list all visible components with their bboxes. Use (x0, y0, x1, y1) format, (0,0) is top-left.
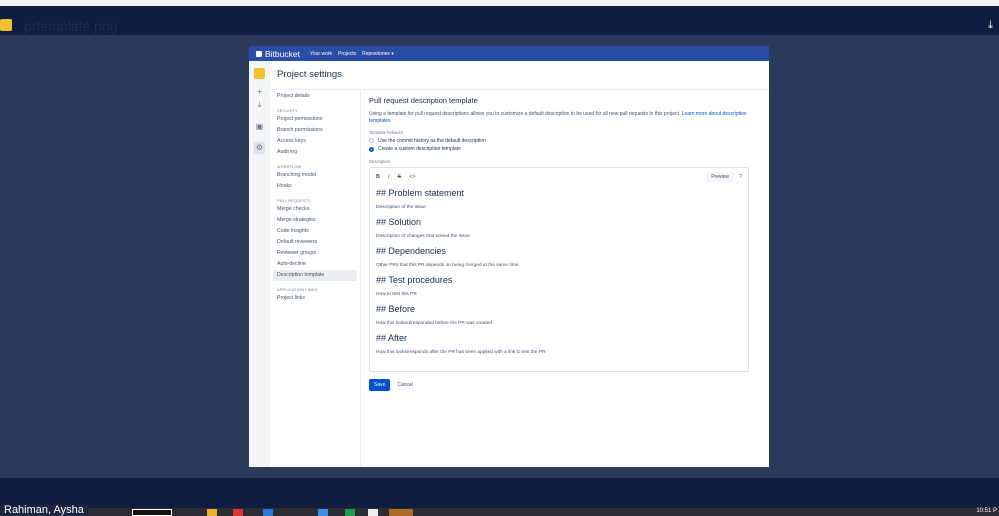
download-icon[interactable]: ⤓ (988, 19, 993, 32)
active-app-icon[interactable] (389, 509, 413, 516)
page-title: Project settings (277, 69, 342, 80)
template-heading: ## Solution (376, 217, 422, 227)
sidebar-item-merge-checks[interactable]: Merge checks (270, 204, 360, 215)
nav-projects[interactable]: Projects (338, 51, 356, 57)
template-description: How this looks/responds after the PR has… (376, 350, 546, 355)
template-heading: ## Dependencies (376, 246, 447, 256)
bitbucket-logo[interactable]: Bitbucket (256, 49, 300, 59)
code-button[interactable]: <> (409, 174, 415, 180)
template-description: Description of changes that solved the i… (376, 234, 470, 239)
nav-repositories[interactable]: Repositories ▾ (362, 51, 394, 57)
app-icon[interactable] (263, 509, 273, 516)
code-icon[interactable]: ▣ (254, 122, 265, 131)
template-heading: ## Problem statement (376, 188, 465, 198)
sidebar-item-project-details[interactable]: Project details (270, 91, 360, 102)
brand-name: Bitbucket (265, 48, 300, 59)
radio-unchecked-icon (369, 138, 374, 143)
icon-rail: + ⤓ ▣ ⚙ (249, 61, 270, 467)
preview-button[interactable]: Preview (706, 172, 734, 182)
save-button[interactable]: Save (369, 379, 391, 391)
template-heading: ## After (376, 333, 408, 343)
taskbar-search[interactable] (132, 509, 172, 516)
sidebar-item-code-insights[interactable]: Code Insights (270, 226, 360, 237)
template-description: Other PRs that this PR depends on being … (376, 263, 519, 268)
intro-body: Using a template for pull request descri… (369, 111, 681, 117)
outlook-icon[interactable] (318, 509, 328, 516)
nav-your-work[interactable]: Your work (310, 51, 332, 57)
user-name: Rahiman, Aysha (0, 505, 88, 516)
import-icon[interactable]: ⤓ (254, 100, 265, 110)
radio-commit-history[interactable]: Use the commit history as the default de… (369, 138, 749, 144)
image-file-icon (0, 19, 12, 31)
radio-custom-template[interactable]: Create a custom description template (369, 146, 749, 152)
file-explorer-icon[interactable] (207, 509, 217, 516)
sidebar-item-default-reviewers[interactable]: Default reviewers (270, 237, 360, 248)
radio-checked-icon (369, 146, 374, 152)
sidebar-item-access-keys[interactable]: Access keys (270, 136, 360, 147)
file-name: prtemplate.png (24, 18, 118, 34)
chrome-icon[interactable] (233, 509, 243, 516)
page-header: Project settings (270, 61, 769, 90)
sidebar-item-merge-strategies[interactable]: Merge strategies (270, 215, 360, 226)
template-heading: ## Test procedures (376, 275, 453, 285)
sidebar-item-branch-permissions[interactable]: Branch permissions (270, 125, 360, 136)
description-label: Description (369, 159, 390, 164)
bitbucket-icon (256, 50, 262, 57)
description-editor[interactable]: B I S <> Preview ? ## Problem statement D… (369, 167, 749, 372)
template-description: Description of the issue (376, 205, 426, 210)
editor-content: ## Problem statement Description of the i… (376, 188, 742, 355)
template-description: How this looked/responded before the PR … (376, 321, 492, 326)
help-icon[interactable]: ? (739, 174, 742, 180)
intro-text: Using a template for pull request descri… (369, 111, 749, 124)
main-content: Pull request description template Using … (369, 90, 749, 391)
editor-toolbar: B I S <> (376, 173, 742, 181)
plus-icon[interactable]: + (254, 87, 265, 96)
sidebar-item-project-permissions[interactable]: Project permissions (270, 114, 360, 125)
section-title: Pull request description template (369, 96, 478, 105)
sidebar-item-hooks[interactable]: Hooks (270, 181, 360, 192)
strikethrough-button[interactable]: S (398, 174, 402, 180)
sidebar-item-audit-log[interactable]: Audit log (270, 147, 360, 158)
settings-sidebar: Project details SECURITY Project permiss… (270, 90, 361, 467)
image-viewer-bar: prtemplate.png ⤓ (0, 6, 999, 35)
cancel-button[interactable]: Cancel (397, 382, 413, 388)
project-avatar[interactable] (254, 68, 265, 79)
bitbucket-header: Bitbucket Your work Projects Repositorie… (249, 46, 769, 61)
sidebar-item-reviewer-groups[interactable]: Reviewer groups (270, 248, 360, 259)
viewer-bottom (0, 478, 999, 508)
template-heading: ## Before (376, 304, 416, 314)
bold-button[interactable]: B (376, 174, 380, 180)
bitbucket-screenshot: Bitbucket Your work Projects Repositorie… (249, 46, 769, 467)
radio-label: Create a custom description template (378, 146, 461, 152)
radio-label: Use the commit history as the default de… (378, 137, 486, 144)
template-behavior-label: Template behavior (369, 130, 404, 135)
sidebar-item-description-template[interactable]: Description template (273, 270, 357, 281)
template-description: How to test this PR (376, 292, 417, 297)
sidebar-item-project-links[interactable]: Project links (270, 293, 360, 304)
clock: 10:51 P (976, 508, 997, 514)
sidebar-item-branching-model[interactable]: Branching model (270, 170, 360, 181)
italic-button[interactable]: I (388, 174, 390, 180)
excel-icon[interactable] (345, 509, 355, 516)
notepad-icon[interactable] (368, 509, 378, 516)
settings-gear-icon[interactable]: ⚙ (254, 142, 265, 154)
sidebar-item-auto-decline[interactable]: Auto-decline (270, 259, 360, 270)
